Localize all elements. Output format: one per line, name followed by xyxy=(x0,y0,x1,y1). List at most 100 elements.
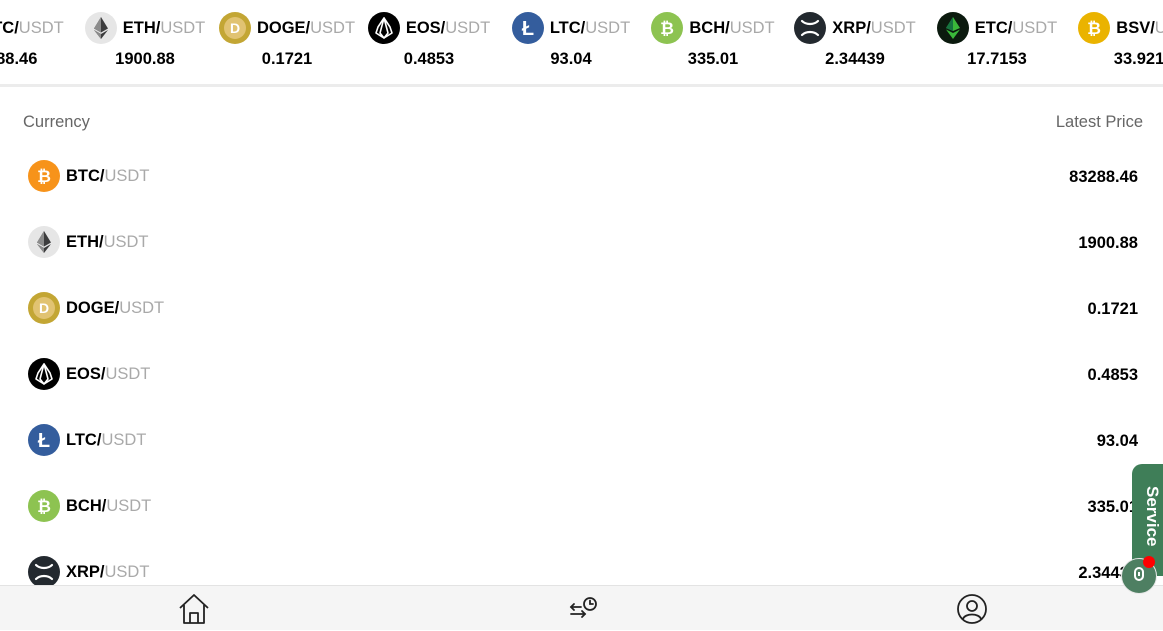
ticker-price: 17.7153 xyxy=(967,50,1027,68)
base-symbol: DOGE/ xyxy=(66,298,120,317)
nav-orders-button[interactable] xyxy=(565,594,601,628)
market-row-currency: Ł LTC/USDT xyxy=(28,424,146,456)
quote-symbol: USDT xyxy=(1154,18,1163,37)
ticker-price: 335.01 xyxy=(687,50,739,68)
pair-label: LTC/USDT xyxy=(66,431,146,450)
market-row-currency: ₿ BCH/USDT xyxy=(28,490,151,522)
svg-text:D: D xyxy=(230,20,240,36)
svg-text:D: D xyxy=(39,300,49,316)
quote-symbol: USDT xyxy=(104,562,150,581)
market-row-price: 335.01 xyxy=(1087,498,1138,516)
eos-icon xyxy=(28,358,60,390)
base-symbol: LTC/ xyxy=(66,430,102,449)
notification-dot xyxy=(1143,556,1155,568)
etc-icon xyxy=(936,12,969,44)
base-symbol: DOGE/ xyxy=(256,18,311,37)
quote-symbol: USDT xyxy=(105,364,151,383)
pair-label: DOGE/USDT xyxy=(257,19,355,38)
latest-price-column-header: Latest Price xyxy=(1055,113,1143,131)
svg-text:₿: ₿ xyxy=(660,19,674,38)
base-symbol: XRP/ xyxy=(832,18,871,37)
ticker-item-head: ₿ BSV/USDT xyxy=(1068,12,1163,44)
market-row-currency: XRP/USDT xyxy=(28,556,149,588)
pair-label: EOS/USDT xyxy=(66,365,150,384)
ticker-item[interactable]: ₿ BCH/USDT 335.01 xyxy=(642,12,784,76)
ticker-item[interactable]: ETH/USDT 1900.88 xyxy=(74,12,216,76)
ticker-item-head: ₿BTC/USDT xyxy=(0,12,74,44)
service-label: Service xyxy=(1143,486,1162,547)
bch-icon: ₿ xyxy=(28,490,60,522)
quote-symbol: USDT xyxy=(106,496,152,515)
ticker-item-head: EOS/USDT xyxy=(358,12,500,44)
home-icon xyxy=(177,592,211,631)
ticker-item[interactable]: EOS/USDT 0.4853 xyxy=(358,12,500,76)
bch-icon: ₿ xyxy=(651,12,684,44)
market-row-price: 0.1721 xyxy=(1087,300,1138,318)
base-symbol: ETC/ xyxy=(974,18,1013,37)
ticker-price: 0.1721 xyxy=(261,50,313,68)
quote-symbol: USDT xyxy=(101,430,147,449)
user-icon xyxy=(956,593,988,630)
pair-label: ETC/USDT xyxy=(975,19,1058,38)
base-symbol: BCH/ xyxy=(689,18,730,37)
ticker-item-head: Ł LTC/USDT xyxy=(500,12,642,44)
svg-text:₿: ₿ xyxy=(37,167,51,186)
ticker-price: 93.04 xyxy=(550,50,592,68)
market-list-header: Currency Latest Price xyxy=(0,108,1163,136)
ticker-item[interactable]: Ł LTC/USDT 93.04 xyxy=(500,12,642,76)
ticker-track: ₿BTC/USDT83288.46ETH/USDT1900.88DDOGE/US… xyxy=(0,12,1163,76)
pair-label: BTC/USDT xyxy=(66,167,149,186)
market-row[interactable]: ₿ BCH/USDT 335.01 xyxy=(0,472,1163,538)
doge-icon: D xyxy=(28,292,60,324)
ticker-price: 2.34439 xyxy=(825,50,885,68)
base-symbol: BSV/ xyxy=(1116,18,1155,37)
ticker-item-head: XRP/USDT xyxy=(784,12,926,44)
ticker-price: 83288.46 xyxy=(0,50,38,68)
base-symbol: BTC/ xyxy=(0,18,19,37)
svg-text:Ł: Ł xyxy=(38,430,50,451)
ticker-item[interactable]: ₿ BSV/USDT 33.921 xyxy=(1068,12,1163,76)
ticker-item[interactable]: D DOGE/USDT 0.1721 xyxy=(216,12,358,76)
market-row[interactable]: Ł LTC/USDT 93.04 xyxy=(0,406,1163,472)
market-row-price: 83288.46 xyxy=(1069,168,1138,186)
quote-symbol: USDT xyxy=(18,18,64,37)
bsv-icon: ₿ xyxy=(1078,12,1111,44)
pair-label: XRP/USDT xyxy=(832,19,915,38)
svg-text:Ł: Ł xyxy=(522,18,534,39)
quote-symbol: USDT xyxy=(310,18,356,37)
ticker-item-head: ₿ BCH/USDT xyxy=(642,12,784,44)
doge-icon: D xyxy=(218,12,251,44)
base-symbol: BTC/ xyxy=(66,166,105,185)
currency-column-header: Currency xyxy=(23,113,90,131)
ticker-divider xyxy=(0,84,1163,87)
market-row[interactable]: ETH/USDT 1900.88 xyxy=(0,208,1163,274)
base-symbol: EOS/ xyxy=(405,18,446,37)
ticker-item[interactable]: XRP/USDT 2.34439 xyxy=(784,12,926,76)
market-row-price: 0.4853 xyxy=(1087,366,1138,384)
pair-label: BCH/USDT xyxy=(689,19,774,38)
ticker-item-head: D DOGE/USDT xyxy=(216,12,358,44)
pair-label: DOGE/USDT xyxy=(66,299,164,318)
market-row-price: 93.04 xyxy=(1096,432,1138,450)
market-list: ₿ BTC/USDT 83288.46 ETH/USDT 1900.88 D DOGE/US… xyxy=(0,142,1163,604)
ticker-item[interactable]: ₿BTC/USDT 83288.46 xyxy=(0,12,74,76)
pair-label: BCH/USDT xyxy=(66,497,151,516)
quote-symbol: USDT xyxy=(729,18,775,37)
market-row[interactable]: D DOGE/USDT 0.1721 xyxy=(0,274,1163,340)
btc-icon: ₿ xyxy=(28,160,60,192)
market-row[interactable]: ₿ BTC/USDT 83288.46 xyxy=(0,142,1163,208)
base-symbol: ETH/ xyxy=(122,18,161,37)
market-row-currency: ₿ BTC/USDT xyxy=(28,160,149,192)
transfer-history-icon xyxy=(567,594,599,629)
quote-symbol: USDT xyxy=(445,18,491,37)
ticker-item[interactable]: ETC/USDT 17.7153 xyxy=(926,12,1068,76)
market-row[interactable]: EOS/USDT 0.4853 xyxy=(0,340,1163,406)
pair-label: BSV/USDT xyxy=(1116,19,1163,38)
base-symbol: LTC/ xyxy=(549,18,586,37)
ltc-icon: Ł xyxy=(28,424,60,456)
nav-home-button[interactable] xyxy=(176,592,212,631)
eth-icon xyxy=(84,12,117,44)
nav-profile-button[interactable] xyxy=(954,593,990,630)
base-symbol: EOS/ xyxy=(66,364,106,383)
pair-label: ETH/USDT xyxy=(123,19,206,38)
